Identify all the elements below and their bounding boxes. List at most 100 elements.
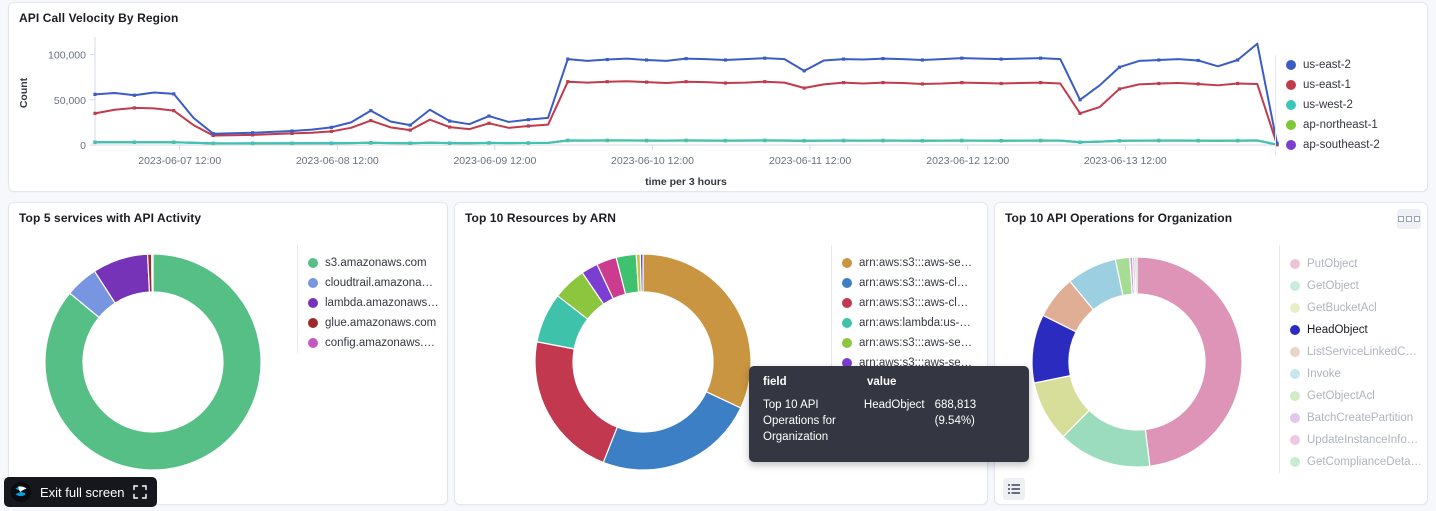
tooltip-field-name: Top 10 API Operations for Organization [763,399,836,443]
tooltip-value: HeadObject 688,813 (9.54%) [864,397,1015,445]
elastic-logo-icon [10,481,32,503]
tooltip-header-value: value [867,376,897,388]
legend-item[interactable]: arn:aws:s3:::aws-cl… [842,273,987,293]
legend-item-label: us-west-2 [1303,99,1353,111]
chart-tooltip: field value Top 10 API Operations for Or… [749,366,1029,462]
tooltip-value-number: 688,813 (9.54%) [934,399,977,427]
donut-slice[interactable] [642,253,752,409]
legend-item[interactable]: lambda.amazonaws… [308,293,447,313]
legend-color-dot-icon [1290,457,1300,467]
timeseries-chart-body: 0 50,000 100,000 Count 2023-06-07 12:00 2023-… [9,27,1427,195]
legend-item[interactable]: arn:aws:s3:::aws-se… [842,333,987,353]
legend-color-dot-icon [842,278,852,288]
tooltip-header: field value [763,376,1015,388]
svg-text:2023-06-11 12:00: 2023-06-11 12:00 [769,155,851,167]
legend-color-dot-icon [1290,413,1300,423]
legend-item[interactable]: BatchCreatePartition [1290,407,1427,429]
legend-color-dot-icon [1286,60,1296,70]
legend-item-label: arn:aws:s3:::aws-cl… [859,297,969,309]
legend-item-label: ap-northeast-1 [1303,119,1378,131]
legend-item-label: arn:aws:lambda:us-… [859,317,971,329]
legend-color-dot-icon [842,298,852,308]
tooltip-row: Top 10 API Operations for Organization H… [763,397,1015,445]
timeseries-chart[interactable]: 0 50,000 100,000 Count 2023-06-07 12:00 2023-… [9,27,1289,195]
legend-item-label: lambda.amazonaws… [325,297,439,309]
legend-item[interactable]: ap-northeast-1 [1286,115,1421,135]
legend-item[interactable]: arn:aws:s3:::aws-cl… [842,293,987,313]
donut-slice[interactable] [151,253,154,293]
legend-item-label: UpdateInstanceInfo… [1307,434,1419,446]
tooltip-header-field: field [763,376,787,388]
resources-donut-chart[interactable] [527,238,759,486]
legend-item[interactable]: GetObjectAcl [1290,385,1427,407]
operations-donut-body: PutObject GetObject GetBucketAcl HeadObject… [995,227,1427,497]
legend-item-label: glue.amazonaws.com [325,317,437,329]
legend-list-icon[interactable] [1003,478,1025,500]
legend-item-label: ap-southeast-2 [1303,139,1380,151]
legend-item[interactable]: arn:aws:s3:::aws-se… [842,253,987,273]
donut-slice[interactable] [602,391,742,471]
services-donut-chart[interactable] [37,238,269,486]
legend-item[interactable]: GetObject [1290,275,1427,297]
legend-color-dot-icon [842,338,852,348]
donut-slice[interactable] [1136,256,1243,467]
svg-text:50,000: 50,000 [54,95,86,107]
svg-text:0: 0 [80,140,86,152]
legend-color-dot-icon [1290,281,1300,291]
legend-item-label: s3.amazonaws.com [325,257,427,269]
legend-color-dot-icon [1290,347,1300,357]
panel-title-top-resources: Top 10 Resources by ARN [465,211,617,225]
svg-text:2023-06-10 12:00: 2023-06-10 12:00 [611,155,694,167]
legend-item[interactable]: us-west-2 [1286,95,1421,115]
exit-fullscreen-button[interactable]: Exit full screen [4,477,157,507]
legend-color-dot-icon [1286,120,1296,130]
services-donut-wrap [9,227,297,497]
legend-item[interactable]: PutObject [1290,253,1427,275]
tooltip-value-name: HeadObject [863,399,925,411]
legend-item-label: arn:aws:s3:::aws-se… [859,337,973,349]
legend-color-dot-icon [1290,391,1300,401]
legend-item[interactable]: GetBucketAcl [1290,297,1427,319]
legend-item[interactable]: UpdateInstanceInfo… [1290,429,1427,451]
legend-item[interactable]: config.amazonaws.… [308,333,447,353]
legend-item[interactable]: us-east-2 [1286,55,1421,75]
operations-donut-wrap [995,227,1279,497]
legend-item-label: config.amazonaws.… [325,337,435,349]
panel-menu-icon[interactable] [1397,209,1421,229]
svg-text:2023-06-13 12:00: 2023-06-13 12:00 [1084,155,1167,167]
operations-legend: PutObject GetObject GetBucketAcl HeadObject… [1279,245,1427,473]
legend-color-dot-icon [1286,140,1296,150]
legend-item-label: arn:aws:s3:::aws-cl… [859,277,969,289]
panel-menu-dots-icon [1398,216,1420,222]
panel-api-call-velocity: API Call Velocity By Region 0 50,000 100,0… [8,2,1428,192]
svg-text:100,000: 100,000 [48,50,86,62]
legend-color-dot-icon [308,318,318,328]
legend-item-label: GetBucketAcl [1307,302,1377,314]
legend-item[interactable]: glue.amazonaws.com [308,313,447,333]
legend-item-label: GetObject [1307,280,1359,292]
legend-item-label: arn:aws:s3:::aws-se… [859,257,973,269]
legend-item[interactable]: s3.amazonaws.com [308,253,447,273]
legend-item[interactable]: HeadObject [1290,319,1427,341]
exit-fullscreen-icon [132,485,147,499]
svg-text:2023-06-07 12:00: 2023-06-07 12:00 [138,155,221,167]
donut-slice[interactable] [534,341,619,464]
services-legend: s3.amazonaws.com cloudtrail.amazona… lambd… [297,245,447,353]
legend-item[interactable]: cloudtrail.amazona… [308,273,447,293]
legend-item[interactable]: us-east-1 [1286,75,1421,95]
legend-color-dot-icon [1290,325,1300,335]
operations-donut-chart[interactable] [1023,242,1251,482]
legend-item[interactable]: arn:aws:lambda:us-… [842,313,987,333]
donut-slice[interactable] [1134,256,1138,295]
legend-color-dot-icon [1290,303,1300,313]
legend-color-dot-icon [308,278,318,288]
legend-item[interactable]: ListServiceLinkedC… [1290,341,1427,363]
legend-item-label: us-east-1 [1303,79,1351,91]
legend-item-label: ListServiceLinkedC… [1307,346,1417,358]
svg-text:2023-06-08 12:00: 2023-06-08 12:00 [296,155,379,167]
legend-item-label: GetObjectAcl [1307,390,1375,402]
legend-item[interactable]: Invoke [1290,363,1427,385]
legend-item[interactable]: GetComplianceDeta… [1290,451,1427,473]
donut-slice[interactable] [639,253,644,293]
legend-item[interactable]: ap-southeast-2 [1286,135,1421,155]
